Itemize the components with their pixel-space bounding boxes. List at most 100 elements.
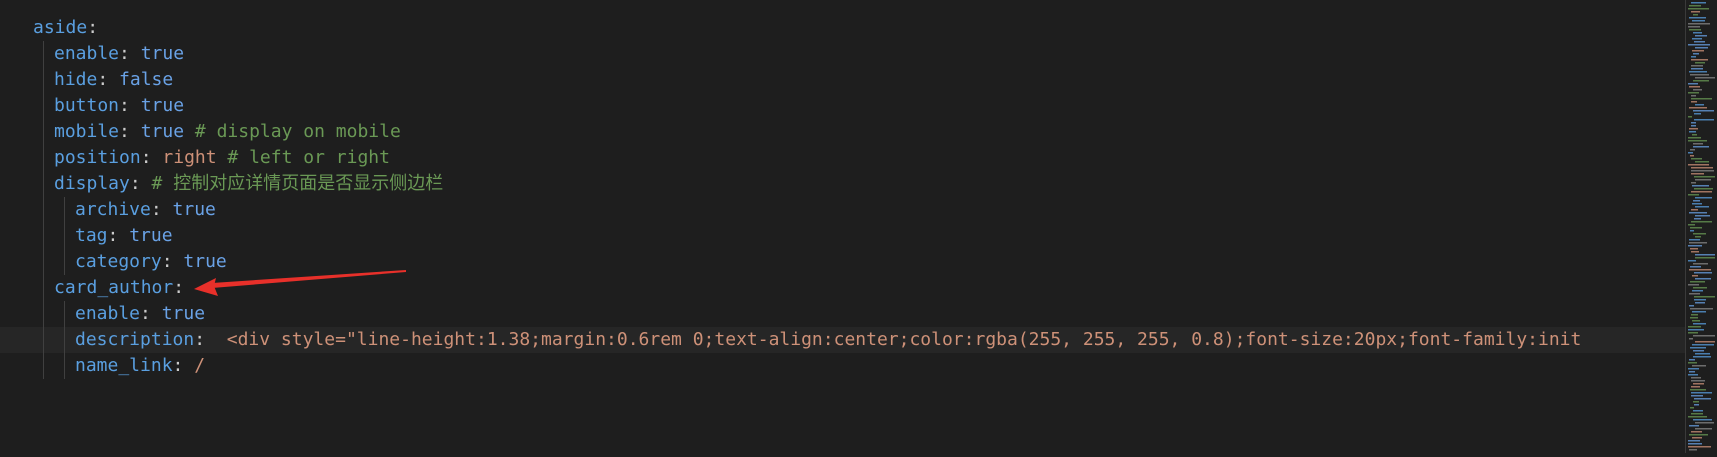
minimap-line <box>1691 167 1713 169</box>
yaml-value: <div style="line-height:1.38;margin:0.6r… <box>226 329 1582 350</box>
minimap-line <box>1694 272 1712 274</box>
minimap-line <box>1692 203 1702 205</box>
yaml-key: category <box>75 251 162 272</box>
minimap-line <box>1695 236 1701 238</box>
minimap-line <box>1688 194 1699 196</box>
minimap-line <box>1689 305 1694 307</box>
minimap-line <box>1688 140 1707 142</box>
minimap-line <box>1688 8 1709 10</box>
minimap-line <box>1693 14 1698 16</box>
minimap-line <box>1695 302 1705 304</box>
minimap-line <box>1691 11 1700 13</box>
minimap-line <box>1690 149 1695 151</box>
yaml-key: mobile <box>54 121 120 142</box>
minimap-line <box>1688 326 1701 328</box>
minimap-line <box>1695 257 1715 259</box>
minimap-line <box>1689 371 1695 373</box>
minimap-line <box>1692 38 1702 40</box>
minimap-line <box>1691 59 1708 61</box>
code-line[interactable]: category: true <box>0 249 1685 275</box>
minimap-line <box>1692 437 1702 439</box>
code-line[interactable]: enable: true <box>0 41 1685 67</box>
yaml-value: true <box>140 43 185 64</box>
code-line[interactable]: button: true <box>0 93 1685 119</box>
code-line[interactable]: position: right # left or right <box>0 145 1685 171</box>
yaml-key: card_author <box>54 277 174 298</box>
minimap-line <box>1689 425 1699 427</box>
minimap-line <box>1688 26 1700 28</box>
minimap-line <box>1693 350 1704 352</box>
yaml-colon: : <box>97 69 120 90</box>
minimap-line <box>1690 389 1706 391</box>
minimap-line <box>1690 407 1694 409</box>
yaml-value: true <box>172 199 216 220</box>
code-line[interactable]: aside: <box>0 15 1685 41</box>
minimap-line <box>1688 440 1700 442</box>
code-line[interactable]: card_author: <box>0 275 1685 301</box>
yaml-key: tag <box>75 225 108 246</box>
minimap-line <box>1694 119 1714 121</box>
code-line[interactable]: enable: true <box>0 301 1685 327</box>
minimap-line <box>1692 134 1697 136</box>
minimap-line <box>1691 68 1703 70</box>
minimap-line <box>1690 230 1694 232</box>
minimap-line <box>1688 245 1702 247</box>
code-line[interactable]: tag: true <box>0 223 1685 249</box>
minimap-line <box>1690 308 1713 310</box>
yaml-value: true <box>140 121 185 142</box>
minimap-line <box>1690 155 1694 157</box>
minimap-line <box>1690 266 1701 268</box>
minimap-line <box>1691 377 1701 379</box>
minimap-line <box>1695 428 1712 430</box>
minimap-line <box>1691 191 1712 193</box>
minimap-scrollbar[interactable] <box>1685 0 1686 453</box>
minimap-line <box>1688 362 1697 364</box>
minimap-line <box>1693 419 1712 421</box>
minimap-line <box>1688 224 1695 226</box>
yaml-colon: : <box>129 173 152 194</box>
minimap-line <box>1691 413 1703 415</box>
minimap-line <box>1689 131 1696 133</box>
code-line[interactable]: description: <div style="line-height:1.3… <box>0 327 1685 353</box>
minimap-line <box>1695 422 1714 424</box>
minimap-line <box>1689 107 1707 109</box>
minimap-line <box>1688 284 1699 286</box>
minimap-line <box>1693 383 1704 385</box>
minimap-line <box>1689 71 1707 73</box>
minimap-line <box>1693 53 1699 55</box>
minimap-line <box>1691 431 1702 433</box>
code-line[interactable]: archive: true <box>0 197 1685 223</box>
yaml-key: name_link <box>75 355 173 376</box>
minimap-line <box>1688 446 1711 448</box>
code-line[interactable]: display: # 控制对应详情页面是否显示侧边栏 <box>0 171 1685 197</box>
minimap-line <box>1695 254 1715 256</box>
yaml-key: hide <box>54 69 98 90</box>
minimap-line <box>1690 227 1702 229</box>
minimap-line <box>1688 329 1704 331</box>
yaml-colon: : <box>194 329 227 350</box>
yaml-colon: : <box>119 43 141 64</box>
yaml-key: aside <box>33 17 88 38</box>
minimap-line <box>1688 137 1701 139</box>
yaml-colon: : <box>140 303 162 324</box>
minimap-line <box>1688 92 1699 94</box>
yaml-value: true <box>161 303 206 324</box>
code-line[interactable]: hide: false <box>0 67 1685 93</box>
minimap-line <box>1691 314 1698 316</box>
yaml-colon: : <box>119 121 141 142</box>
minimap-line <box>1689 86 1700 88</box>
minimap-line <box>1693 143 1703 145</box>
minimap-line <box>1688 116 1692 118</box>
minimap-line <box>1695 215 1710 217</box>
code-editor[interactable]: aside: enable: true hide: false button: tru… <box>0 0 1685 453</box>
minimap-line <box>1694 296 1715 298</box>
minimap[interactable] <box>1685 0 1717 453</box>
minimap-line <box>1690 347 1706 349</box>
code-line[interactable]: mobile: true # display on mobile <box>0 119 1685 145</box>
minimap-line <box>1695 341 1715 343</box>
minimap-line <box>1693 233 1706 235</box>
minimap-line <box>1691 125 1696 127</box>
yaml-key: archive <box>75 199 151 220</box>
minimap-line <box>1689 128 1698 130</box>
code-line[interactable]: name_link: / <box>0 353 1685 379</box>
